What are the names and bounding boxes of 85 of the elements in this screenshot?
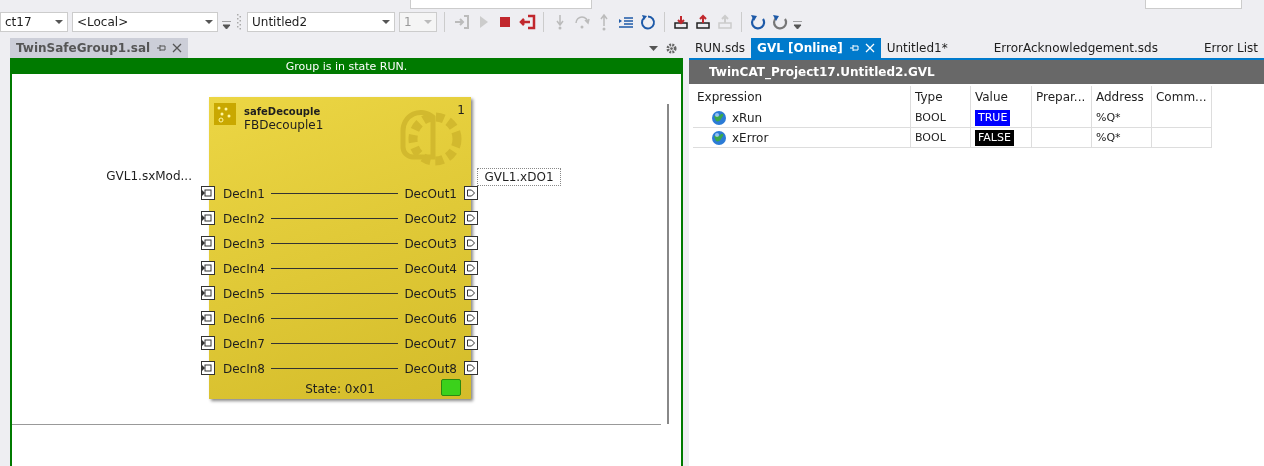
type-text: BOOL bbox=[915, 131, 946, 144]
grip-icon[interactable] bbox=[237, 13, 241, 31]
status-led bbox=[441, 379, 461, 396]
column-header[interactable]: Type bbox=[911, 86, 971, 108]
dropdown-icon[interactable] bbox=[649, 45, 658, 51]
input-port-icon[interactable] bbox=[201, 186, 215, 200]
output-port-icon[interactable] bbox=[464, 311, 478, 325]
output-port-icon[interactable] bbox=[464, 236, 478, 250]
output-label: DecOut3 bbox=[404, 236, 457, 251]
refresh-icon[interactable] bbox=[771, 13, 789, 31]
column-header[interactable]: Expression bbox=[693, 86, 911, 108]
pin-icon[interactable] bbox=[156, 43, 167, 53]
output-label: DecOut5 bbox=[404, 286, 457, 301]
search-field[interactable] bbox=[410, 0, 592, 9]
output-label: DecOut4 bbox=[404, 261, 457, 276]
input-label: DecIn2 bbox=[223, 211, 265, 226]
caret-icon[interactable] bbox=[382, 20, 390, 24]
value-badge: FALSE bbox=[975, 129, 1014, 146]
caret-icon[interactable] bbox=[205, 20, 213, 24]
upload-icon[interactable] bbox=[694, 13, 712, 31]
input-label: DecIn6 bbox=[223, 311, 265, 326]
output-port-icon[interactable] bbox=[464, 211, 478, 225]
globe-icon[interactable] bbox=[711, 129, 727, 146]
column-header[interactable]: Address bbox=[1092, 86, 1152, 108]
output-label: DecOut8 bbox=[404, 361, 457, 376]
output-port-icon[interactable] bbox=[464, 286, 478, 300]
overflow-icon[interactable] bbox=[222, 21, 231, 29]
address-text: %Q* bbox=[1096, 111, 1121, 124]
document-tab[interactable]: Untitled1* bbox=[880, 38, 988, 58]
block-number: 1 bbox=[457, 103, 465, 119]
output-label: DecOut7 bbox=[404, 336, 457, 351]
column-header[interactable]: Value bbox=[971, 86, 1032, 108]
output-port-icon[interactable] bbox=[464, 186, 478, 200]
close-icon[interactable] bbox=[172, 43, 183, 53]
document-tab[interactable]: TwinSafeGroup1.sal bbox=[10, 38, 189, 58]
input-port-icon[interactable] bbox=[201, 336, 215, 350]
input-label: DecIn5 bbox=[223, 286, 265, 301]
output-port-icon[interactable] bbox=[464, 361, 478, 375]
logout-icon[interactable] bbox=[518, 13, 536, 31]
document-tab[interactable]: ErrorAcknowledgement.sds bbox=[987, 38, 1198, 58]
column-header[interactable]: Comm... bbox=[1152, 86, 1212, 108]
input-label: DecIn1 bbox=[223, 186, 265, 201]
input-label: DecIn7 bbox=[223, 336, 265, 351]
column-header[interactable]: Prepar... bbox=[1032, 86, 1092, 108]
input-port-icon[interactable] bbox=[201, 211, 215, 225]
block-type: safeDecouple bbox=[244, 105, 322, 118]
input-port-icon[interactable] bbox=[201, 361, 215, 375]
type-text: BOOL bbox=[915, 111, 946, 124]
overflow-icon[interactable] bbox=[793, 21, 802, 29]
block-instance: FBDecouple1 bbox=[244, 118, 325, 133]
variable-field[interactable]: GVL1.xDO1 bbox=[477, 168, 561, 186]
input-label: DecIn8 bbox=[223, 361, 265, 376]
settings-icon[interactable] bbox=[666, 42, 677, 54]
refresh-icon[interactable] bbox=[749, 13, 767, 31]
download-icon[interactable] bbox=[672, 13, 690, 31]
globe-icon[interactable] bbox=[711, 109, 727, 126]
dropdown[interactable]: <Local> bbox=[72, 12, 218, 32]
output-label: DecOut6 bbox=[404, 311, 457, 326]
input-port-icon[interactable] bbox=[201, 261, 215, 275]
value-badge: TRUE bbox=[975, 109, 1011, 126]
search-field[interactable] bbox=[1145, 0, 1242, 9]
block-state: State: 0x01 bbox=[304, 382, 376, 396]
document-tab[interactable]: RUN.sds bbox=[689, 38, 752, 58]
dropdown[interactable]: ct17 bbox=[0, 12, 68, 32]
address-text: %Q* bbox=[1096, 131, 1121, 144]
input-port-icon[interactable] bbox=[201, 236, 215, 250]
input-label: DecIn4 bbox=[223, 261, 265, 276]
input-label: DecIn3 bbox=[223, 236, 265, 251]
scrollbar[interactable] bbox=[667, 104, 669, 424]
status-text: Group is in state RUN. bbox=[285, 60, 408, 73]
input-port-icon[interactable] bbox=[201, 311, 215, 325]
document-tab[interactable]: Error List bbox=[1197, 38, 1264, 58]
output-label: DecOut2 bbox=[404, 211, 457, 226]
variable-label: GVL1.sxMod... bbox=[106, 169, 192, 183]
output-label: DecOut1 bbox=[404, 186, 457, 201]
variable-name: xRun bbox=[732, 110, 763, 125]
variable-name: xError bbox=[732, 130, 769, 145]
input-port-icon[interactable] bbox=[201, 286, 215, 300]
caret-icon[interactable] bbox=[55, 20, 63, 24]
panel-header: TwinCAT_Project17.Untitled2.GVL bbox=[689, 60, 1264, 84]
output-port-icon[interactable] bbox=[464, 336, 478, 350]
dropdown[interactable]: Untitled2 bbox=[247, 12, 395, 32]
output-port-icon[interactable] bbox=[464, 261, 478, 275]
function-block[interactable] bbox=[209, 97, 471, 399]
reset-icon[interactable] bbox=[639, 13, 657, 31]
